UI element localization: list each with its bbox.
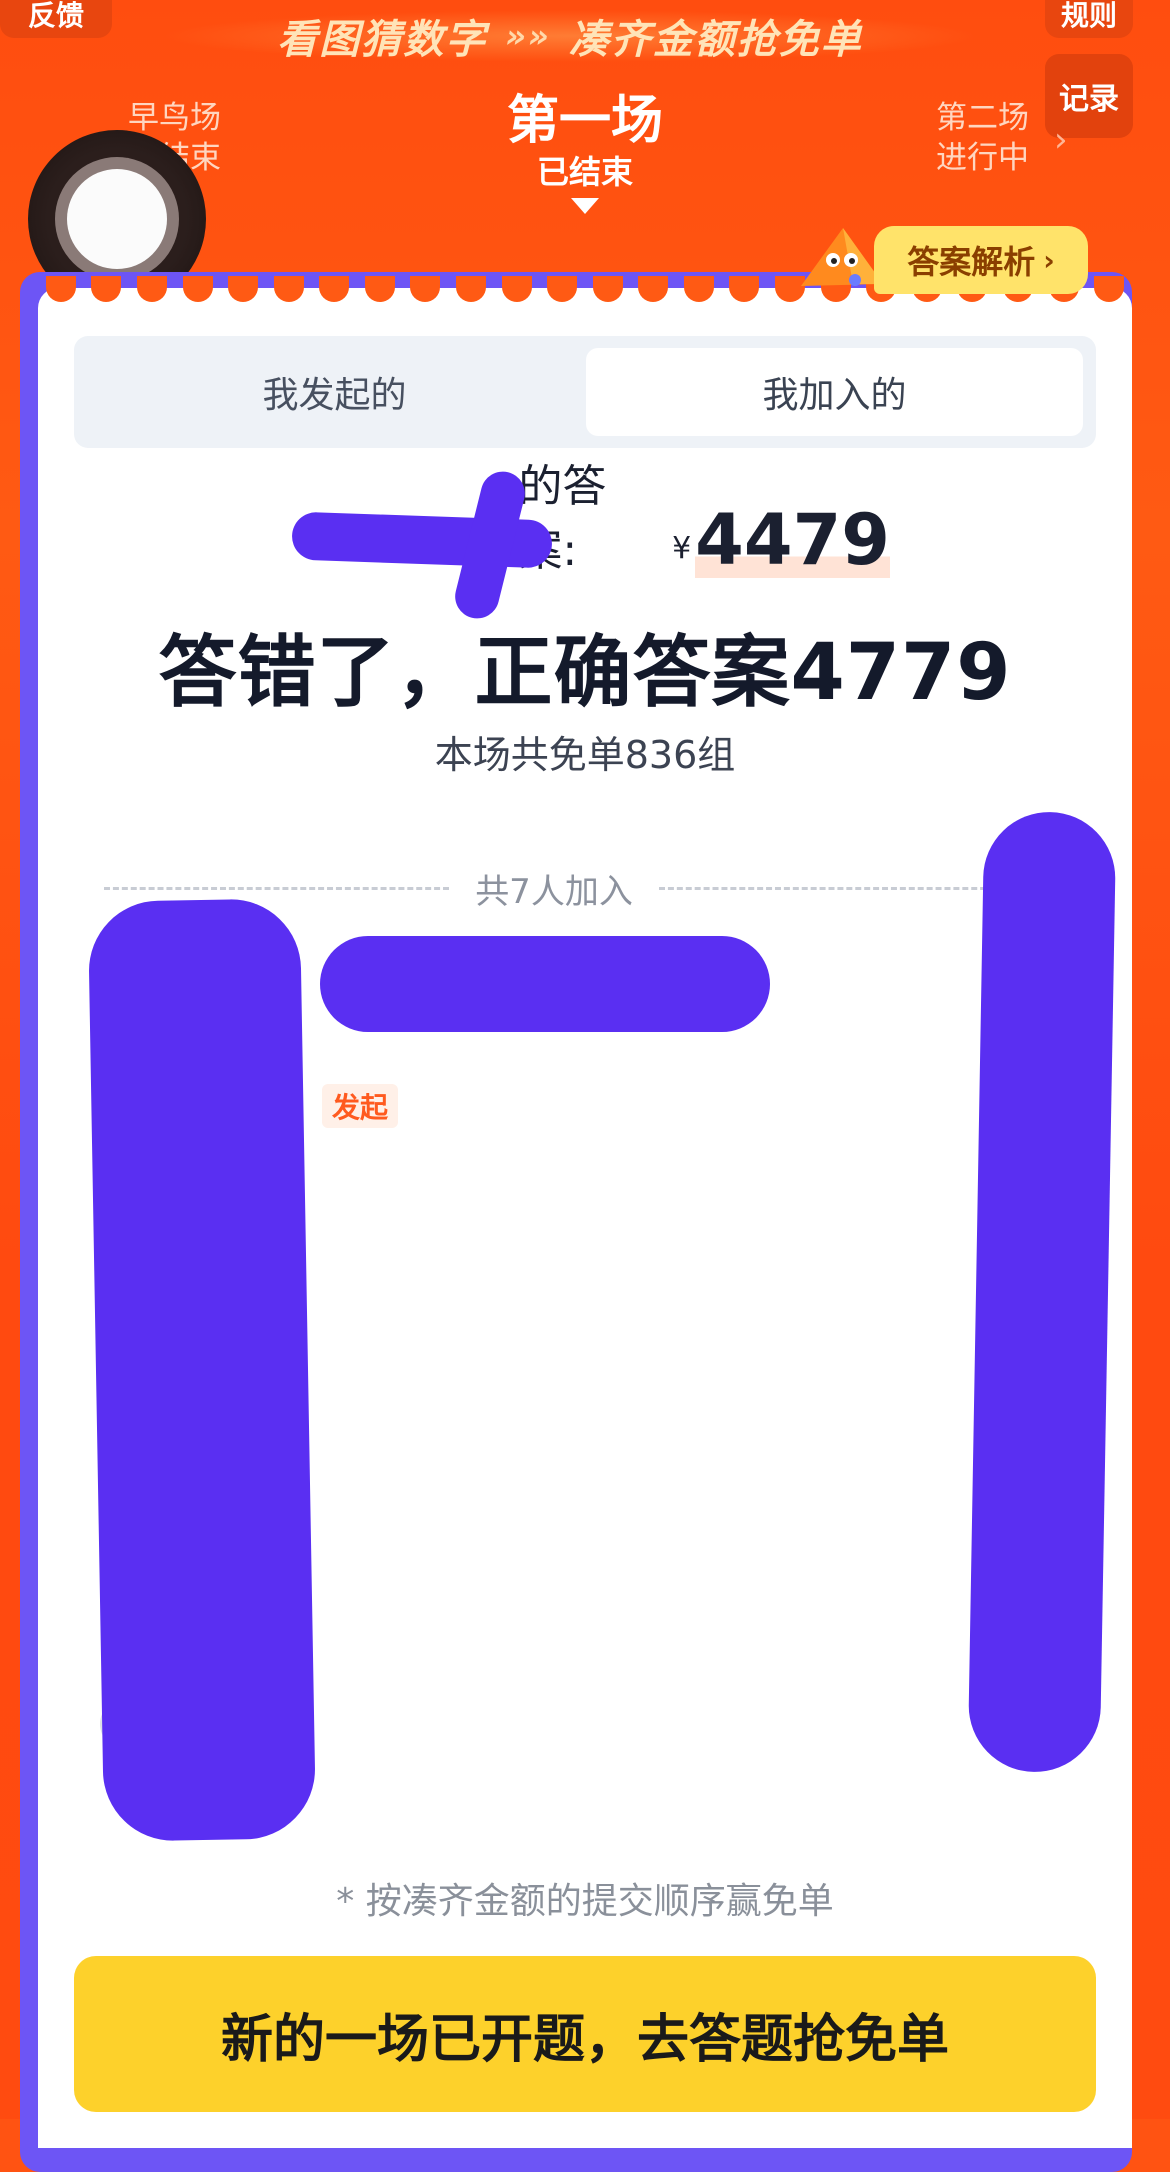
banner-title-right: 凑齐金额抢免单 bbox=[568, 17, 863, 63]
round-previous-name: 早鸟场 bbox=[128, 100, 221, 136]
initiator-badge: 发起 bbox=[322, 1084, 399, 1128]
summary-text: 本场共免单836组 bbox=[434, 733, 736, 777]
event-banner: 看图猜数字 »» 凑齐金额抢免单 bbox=[160, 10, 980, 63]
new-round-button[interactable]: 新的一场已开题，去答题抢免单 bbox=[74, 1956, 1096, 2112]
round-next[interactable]: 第二场 进行中 bbox=[936, 98, 1029, 178]
tab-initiated[interactable]: 我发起的 bbox=[86, 348, 583, 436]
chevrons-icon: »» bbox=[505, 17, 551, 55]
round-current-name: 第一场 bbox=[506, 91, 663, 151]
redaction-mark bbox=[87, 898, 317, 1842]
redaction-mark bbox=[320, 936, 770, 1032]
round-current: 第一场 已结束 bbox=[485, 90, 685, 214]
answer-analysis-label: 答案解析 bbox=[907, 243, 1036, 281]
answer-analysis-button[interactable]: 答案解析 › bbox=[874, 226, 1088, 294]
round-next-name: 第二场 bbox=[936, 100, 1029, 136]
chevron-right-icon[interactable]: › bbox=[1054, 120, 1068, 160]
round-current-status: 已结束 bbox=[536, 153, 633, 191]
my-answer-value: 4479 bbox=[695, 499, 890, 581]
tab-joined[interactable]: 我加入的 bbox=[586, 348, 1083, 436]
banner-title-left: 看图猜数字 bbox=[277, 17, 488, 63]
rules-button[interactable]: 规则 bbox=[1045, 0, 1133, 38]
participants-count: 共7人加入 bbox=[475, 871, 633, 912]
feedback-button[interactable]: 反馈 bbox=[0, 0, 112, 38]
rule-note: * 按凑齐金额的提交顺序赢免单 bbox=[336, 1881, 834, 1922]
my-answer-currency: ¥ bbox=[672, 531, 692, 566]
result-text: 答错了，正确答案4779 bbox=[158, 628, 1012, 718]
chevron-right-icon: › bbox=[1043, 243, 1055, 277]
round-next-status: 进行中 bbox=[936, 140, 1029, 176]
tab-switcher: 我发起的 我加入的 bbox=[74, 336, 1096, 448]
caret-down-icon bbox=[571, 198, 599, 214]
redaction-mark bbox=[967, 810, 1117, 1774]
mascot-icon bbox=[801, 228, 883, 286]
